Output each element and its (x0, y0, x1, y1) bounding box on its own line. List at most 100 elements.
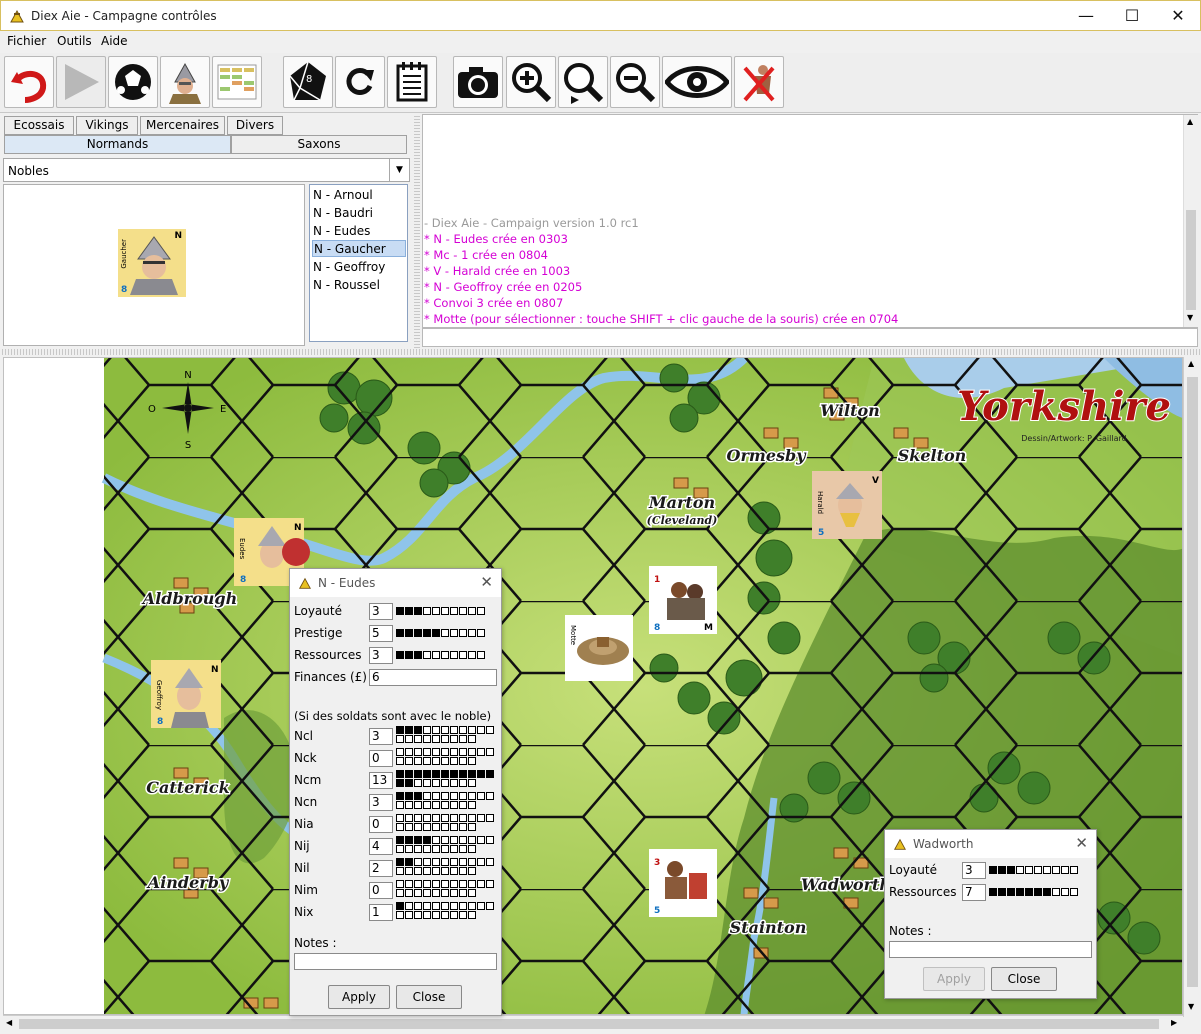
tab-vikings[interactable]: Vikings (76, 116, 138, 135)
notepad-icon (396, 62, 428, 102)
troop-field[interactable]: 2 (369, 860, 393, 877)
meter-square (396, 779, 404, 787)
zoom-reset-button[interactable] (558, 56, 608, 108)
meter-square (459, 880, 467, 888)
counter-geoffroy[interactable]: Geoffroy N 8 (151, 660, 221, 728)
notepad-button[interactable] (387, 56, 437, 108)
zoom-in-button[interactable] (506, 56, 556, 108)
scroll-down-icon[interactable]: ▼ (1187, 313, 1193, 322)
map-vscroll-thumb[interactable] (1187, 377, 1198, 987)
apply-button[interactable]: Apply (923, 967, 985, 991)
menu-fichier[interactable]: Fichier (7, 34, 46, 48)
notes-field[interactable] (889, 941, 1092, 958)
list-item[interactable]: N - Baudri (312, 205, 406, 222)
dialog-title-bar[interactable]: N - Eudes ✕ (290, 569, 501, 597)
counter-convoi[interactable]: 3 5 (649, 849, 717, 917)
close-button[interactable]: Close (991, 967, 1057, 991)
minimize-button[interactable]: — (1063, 1, 1109, 31)
screenshot-button[interactable] (453, 56, 503, 108)
scroll-up-icon[interactable]: ▲ (1188, 359, 1194, 368)
scroll-down-icon[interactable]: ▼ (1188, 1002, 1194, 1011)
scroll-up-icon[interactable]: ▲ (1187, 117, 1193, 126)
stat-meter (396, 629, 496, 637)
stat-field[interactable]: 3 (962, 862, 986, 879)
play-button[interactable] (56, 56, 106, 108)
zoom-out-button[interactable] (610, 56, 660, 108)
apply-button[interactable]: Apply (328, 985, 390, 1009)
soldier-button[interactable] (160, 56, 210, 108)
menu-outils[interactable]: Outils (57, 34, 92, 48)
troop-field[interactable]: 3 (369, 728, 393, 745)
log-scrollbar[interactable]: ▲ ▼ (1183, 115, 1198, 327)
tab-saxons[interactable]: Saxons (231, 135, 407, 154)
close-button[interactable]: Close (396, 985, 462, 1009)
troop-field[interactable]: 3 (369, 794, 393, 811)
troop-field[interactable]: 0 (369, 750, 393, 767)
splitter-vertical[interactable] (414, 114, 420, 348)
counter-mercenaries[interactable]: 1 M 8 (649, 566, 717, 634)
troop-meter (396, 726, 496, 743)
meter-square (450, 836, 458, 844)
dialog-title-bar[interactable]: Wadworth ✕ (885, 830, 1096, 858)
map-horizontal-scrollbar[interactable]: ◀ ▶ (3, 1015, 1183, 1032)
list-item[interactable]: N - Arnoul (312, 187, 406, 204)
meter-square (459, 867, 467, 875)
unit-type-select[interactable]: Nobles ▼ (3, 158, 410, 182)
stat-field[interactable]: 3 (369, 603, 393, 620)
meter-square (450, 845, 458, 853)
chevron-down-icon[interactable]: ▼ (389, 159, 409, 181)
place-ormesby: Ormesby (727, 446, 808, 465)
map-hscroll-thumb[interactable] (19, 1019, 1159, 1029)
remove-units-button[interactable] (734, 56, 784, 108)
meter-square (423, 858, 431, 866)
soccer-ball-button[interactable] (108, 56, 158, 108)
tab-mercenaires[interactable]: Mercenaires (140, 116, 225, 135)
troop-field[interactable]: 1 (369, 904, 393, 921)
list-item[interactable]: N - Eudes (312, 223, 406, 240)
stat-field[interactable]: 3 (369, 647, 393, 664)
troop-field[interactable]: 4 (369, 838, 393, 855)
list-item-selected[interactable]: N - Gaucher (312, 240, 406, 257)
counter-motte[interactable]: Motte (565, 615, 633, 681)
close-window-button[interactable]: ✕ (1155, 1, 1201, 31)
counter-harald[interactable]: Harald V 5 (812, 471, 882, 539)
counter-faction: M (704, 623, 713, 633)
splitter-horizontal[interactable] (0, 349, 1201, 355)
maximize-button[interactable]: ☐ (1109, 1, 1155, 31)
tab-divers[interactable]: Divers (227, 116, 283, 135)
command-input[interactable] (422, 328, 1198, 347)
tab-normands[interactable]: Normands (4, 135, 231, 154)
finances-field[interactable]: 6 (369, 669, 497, 686)
meter-square (459, 735, 467, 743)
menu-aide[interactable]: Aide (101, 34, 128, 48)
visibility-button[interactable] (662, 56, 732, 108)
close-icon[interactable]: ✕ (1075, 834, 1088, 852)
scroll-left-icon[interactable]: ◀ (6, 1018, 12, 1027)
meter-square (441, 792, 449, 800)
close-icon[interactable]: ✕ (480, 573, 493, 591)
log-scroll-thumb[interactable] (1186, 210, 1196, 310)
list-item[interactable]: N - Roussel (312, 277, 406, 294)
meter-square (405, 823, 413, 831)
meter-square (396, 867, 404, 875)
counter-faction: N (174, 231, 182, 241)
undo-button[interactable] (4, 56, 54, 108)
troop-field[interactable]: 13 (369, 772, 393, 789)
dice-button[interactable]: 8 (283, 56, 333, 108)
redo-button[interactable] (335, 56, 385, 108)
tab-ecossais[interactable]: Ecossais (4, 116, 74, 135)
meter-square (414, 801, 422, 809)
troop-field[interactable]: 0 (369, 816, 393, 833)
map-vertical-scrollbar[interactable]: ▲ ▼ (1183, 357, 1200, 1017)
town-dialog: Wadworth ✕ Loyauté 3 Ressources 7 Notes : App… (884, 829, 1097, 999)
spreadsheet-button[interactable] (212, 56, 262, 108)
notes-field[interactable] (294, 953, 497, 970)
meter-square (396, 651, 404, 659)
stat-field[interactable]: 7 (962, 884, 986, 901)
scroll-right-icon[interactable]: ▶ (1171, 1018, 1177, 1027)
troop-field[interactable]: 0 (369, 882, 393, 899)
stat-field[interactable]: 5 (369, 625, 393, 642)
list-item[interactable]: N - Geoffroy (312, 259, 406, 276)
counter-gaucher[interactable]: Gaucher N 8 (118, 229, 186, 297)
meter-square (414, 867, 422, 875)
